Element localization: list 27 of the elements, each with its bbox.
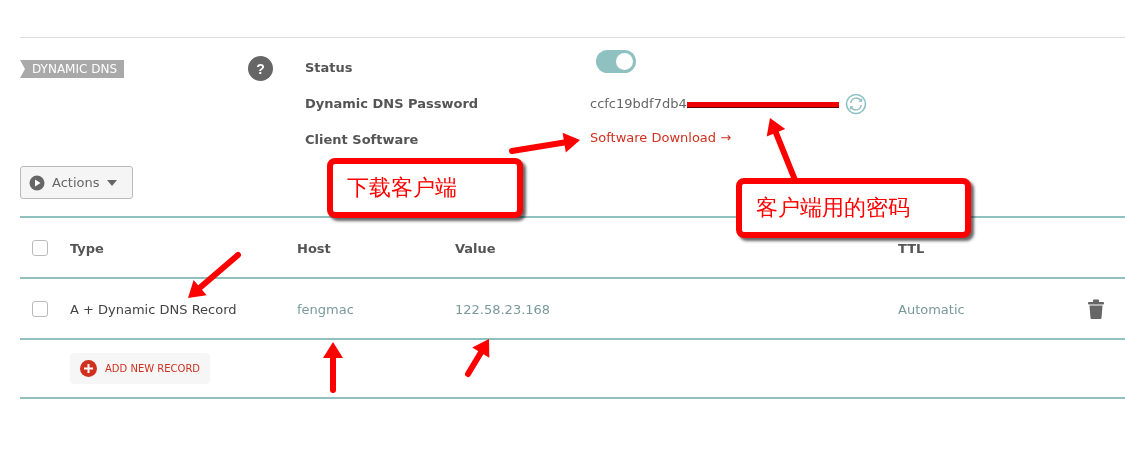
help-button[interactable]: ?: [248, 56, 273, 81]
section-tag: DYNAMIC DNS: [20, 60, 125, 78]
field-label: Dynamic DNS Password: [305, 95, 479, 113]
add-record-button[interactable]: ADD NEW RECORD: [70, 353, 211, 384]
table-cell: A + Dynamic DNS Record: [70, 302, 237, 317]
callout-box: 下载客户端: [327, 158, 523, 218]
field-label: Status: [305, 59, 353, 77]
column-header: Host: [297, 241, 331, 256]
callout-box: 客户端用的密码: [736, 178, 971, 238]
status-toggle[interactable]: [596, 50, 636, 73]
checkbox[interactable]: [32, 300, 48, 317]
actions-button[interactable]: Actions: [20, 166, 133, 199]
play-icon: [29, 174, 45, 191]
column-header: Value: [455, 241, 496, 256]
software-download-link[interactable]: Software Download →: [590, 128, 732, 148]
caret-icon: [106, 179, 117, 186]
column-header: TTL: [898, 241, 925, 256]
table-cell: fengmac: [297, 302, 354, 317]
table-cell: 122.58.23.168: [455, 302, 551, 317]
trash-icon[interactable]: [1088, 298, 1104, 319]
field-label: Client Software: [305, 131, 419, 149]
table-cell: Automatic: [898, 302, 965, 317]
column-header: Type: [70, 241, 104, 256]
plus-icon: [80, 360, 97, 377]
checkbox[interactable]: [32, 239, 48, 256]
password-value: ccfc19bdf7db4: [590, 95, 687, 113]
refresh-icon[interactable]: [844, 93, 867, 115]
